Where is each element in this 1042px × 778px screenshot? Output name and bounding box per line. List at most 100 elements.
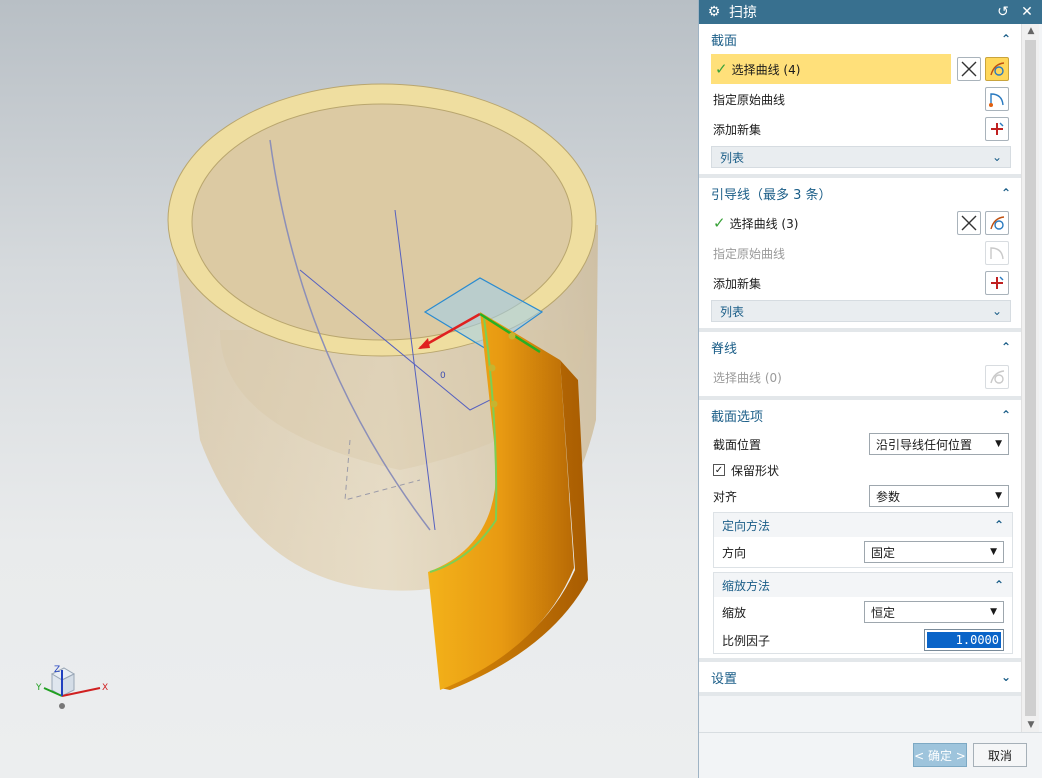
dialog-panel: 截面 ⌃ ✓ 选择曲线 (4) 指定原始曲线 添加新集 列表 ⌄ 引导线（最多 … — [699, 24, 1021, 732]
scale-row: 缩放 恒定 ▼ — [714, 597, 1012, 627]
spine-group: 脊线 ⌃ 选择曲线 (0) — [699, 332, 1021, 400]
dialog-title: 扫掠 — [729, 5, 757, 21]
settings-header[interactable]: 设置 ⌄ — [699, 662, 1021, 692]
preserve-shape-label: 保留形状 — [731, 463, 780, 478]
direction-select[interactable]: 固定 ▼ — [864, 541, 1004, 563]
section-group-header[interactable]: 截面 ⌃ — [699, 24, 1021, 54]
section-position-value: 沿引导线任何位置 — [876, 437, 973, 452]
section-group-title: 截面 — [711, 33, 738, 49]
chevron-down-icon[interactable]: ⌄ — [1001, 670, 1011, 684]
dialog-titlebar[interactable]: ⚙ 扫掠 ↺ ✕ — [699, 0, 1042, 24]
section-options-header[interactable]: 截面选项 ⌃ — [699, 400, 1021, 430]
direction-value: 固定 — [871, 545, 896, 560]
gear-icon[interactable]: ⚙ — [705, 4, 723, 20]
add-set-icon[interactable] — [985, 117, 1009, 141]
section-add-new-set-row[interactable]: 添加新集 — [699, 114, 1021, 144]
chevron-up-icon[interactable]: ⌃ — [1001, 340, 1011, 354]
section-list-label: 列表 — [720, 150, 745, 165]
check-icon: ✓ — [715, 60, 728, 78]
origin-curve-icon — [985, 241, 1009, 265]
section-options-title: 截面选项 — [711, 409, 764, 425]
section-group: 截面 ⌃ ✓ 选择曲线 (4) 指定原始曲线 添加新集 列表 ⌄ — [699, 24, 1021, 178]
scale-factor-row: 比例因子 1.0000 — [714, 627, 1012, 653]
align-row: 对齐 参数 ▼ — [699, 482, 1021, 510]
guide-group: 引导线（最多 3 条） ⌃ ✓ 选择曲线 (3) 指定原始曲线 添加新集 列表 … — [699, 178, 1021, 332]
section-add-new-set-label: 添加新集 — [713, 122, 762, 137]
origin-curve-icon[interactable] — [985, 87, 1009, 111]
spine-select-curve-row[interactable]: 选择曲线 (0) — [699, 362, 1021, 392]
curve-select-icon[interactable] — [985, 365, 1009, 389]
spine-group-header[interactable]: 脊线 ⌃ — [699, 332, 1021, 362]
scale-factor-input[interactable]: 1.0000 — [924, 629, 1004, 651]
section-select-curve-highlight[interactable]: ✓ 选择曲线 (4) — [711, 54, 951, 84]
reverse-direction-icon[interactable] — [957, 57, 981, 81]
guide-list-label: 列表 — [720, 304, 745, 319]
orientation-triad[interactable]: X Y Z — [30, 660, 120, 720]
reverse-direction-icon[interactable] — [957, 211, 981, 235]
orientation-title: 定向方法 — [722, 518, 771, 533]
dropdown-arrow-icon: ▼ — [990, 607, 997, 617]
scaling-header[interactable]: 缩放方法 ⌃ — [714, 573, 1012, 597]
add-set-icon[interactable] — [985, 271, 1009, 295]
chevron-down-icon: ⌄ — [991, 304, 1002, 318]
point-handle[interactable] — [508, 332, 516, 340]
align-select[interactable]: 参数 ▼ — [869, 485, 1009, 507]
orientation-subgroup: 定向方法 ⌃ 方向 固定 ▼ — [713, 512, 1013, 568]
scaling-subgroup: 缩放方法 ⌃ 缩放 恒定 ▼ 比例因子 1.0000 — [713, 572, 1013, 654]
scale-select[interactable]: 恒定 ▼ — [864, 601, 1004, 623]
point-handle[interactable] — [488, 364, 496, 372]
scale-factor-value: 1.0000 — [927, 632, 1001, 648]
graphics-viewport[interactable]: 0 X Y Z — [0, 0, 698, 778]
section-list-toggle[interactable]: 列表 ⌄ — [711, 146, 1011, 168]
chevron-up-icon[interactable]: ⌃ — [1001, 186, 1011, 200]
triad-x-label: X — [102, 683, 108, 693]
preserve-shape-row[interactable]: ✓ 保留形状 — [699, 458, 1021, 482]
chevron-down-icon: ⌄ — [991, 150, 1002, 164]
chevron-up-icon[interactable]: ⌃ — [994, 518, 1004, 532]
guide-specify-origin-row: 指定原始曲线 — [699, 238, 1021, 268]
align-value: 参数 — [876, 489, 901, 504]
curve-select-icon[interactable] — [985, 211, 1009, 235]
preserve-shape-checkbox[interactable]: ✓ — [713, 464, 725, 476]
spine-select-curve-label: 选择曲线 (0) — [713, 370, 782, 385]
scrollbar-thumb[interactable] — [1025, 40, 1036, 716]
scaling-title: 缩放方法 — [722, 578, 771, 593]
scale-value: 恒定 — [871, 605, 896, 620]
dropdown-arrow-icon: ▼ — [990, 547, 997, 557]
section-select-curve-row[interactable]: ✓ 选择曲线 (4) — [699, 54, 1021, 84]
point-handle[interactable] — [490, 400, 498, 408]
spine-group-title: 脊线 — [711, 341, 738, 357]
chevron-up-icon[interactable]: ⌃ — [1001, 32, 1011, 46]
sweep-dialog: ⚙ 扫掠 ↺ ✕ 截面 ⌃ ✓ 选择曲线 (4) 指定原始曲线 添加新集 列表 … — [698, 0, 1042, 778]
scale-factor-label: 比例因子 — [722, 633, 771, 648]
chevron-up-icon[interactable]: ⌃ — [1001, 408, 1011, 422]
reset-icon[interactable]: ↺ — [994, 4, 1012, 20]
check-icon: ✓ — [713, 214, 726, 232]
scroll-down-icon[interactable]: ▼ — [1022, 718, 1040, 732]
scroll-up-icon[interactable]: ▲ — [1022, 24, 1040, 38]
section-options-group: 截面选项 ⌃ 截面位置 沿引导线任何位置 ▼ ✓ 保留形状 对齐 参数 ▼ 定向… — [699, 400, 1021, 662]
cancel-button[interactable]: 取消 — [973, 743, 1027, 767]
chevron-up-icon[interactable]: ⌃ — [994, 578, 1004, 592]
guide-select-curve-row[interactable]: ✓ 选择曲线 (3) — [699, 208, 1021, 238]
dialog-scrollbar[interactable]: ▲ ▼ — [1021, 24, 1039, 732]
guide-specify-origin-label: 指定原始曲线 — [713, 246, 786, 261]
triad-y-label: Y — [35, 683, 42, 693]
dropdown-arrow-icon: ▼ — [995, 439, 1002, 449]
section-position-select[interactable]: 沿引导线任何位置 ▼ — [869, 433, 1009, 455]
settings-title: 设置 — [711, 671, 738, 687]
dialog-footer: < 确定 > 取消 — [699, 732, 1042, 778]
curve-select-icon[interactable] — [985, 57, 1009, 81]
guide-select-curve-label: 选择曲线 (3) — [729, 216, 799, 231]
guide-group-header[interactable]: 引导线（最多 3 条） ⌃ — [699, 178, 1021, 208]
direction-row: 方向 固定 ▼ — [714, 537, 1012, 567]
guide-add-new-set-row[interactable]: 添加新集 — [699, 268, 1021, 298]
section-select-curve-label: 选择曲线 (4) — [731, 62, 801, 77]
settings-group: 设置 ⌄ — [699, 662, 1021, 696]
guide-list-toggle[interactable]: 列表 ⌄ — [711, 300, 1011, 322]
section-specify-origin-row[interactable]: 指定原始曲线 — [699, 84, 1021, 114]
orientation-header[interactable]: 定向方法 ⌃ — [714, 513, 1012, 537]
scale-label: 缩放 — [722, 605, 747, 620]
close-icon[interactable]: ✕ — [1018, 4, 1036, 20]
ok-button[interactable]: < 确定 > — [913, 743, 967, 767]
